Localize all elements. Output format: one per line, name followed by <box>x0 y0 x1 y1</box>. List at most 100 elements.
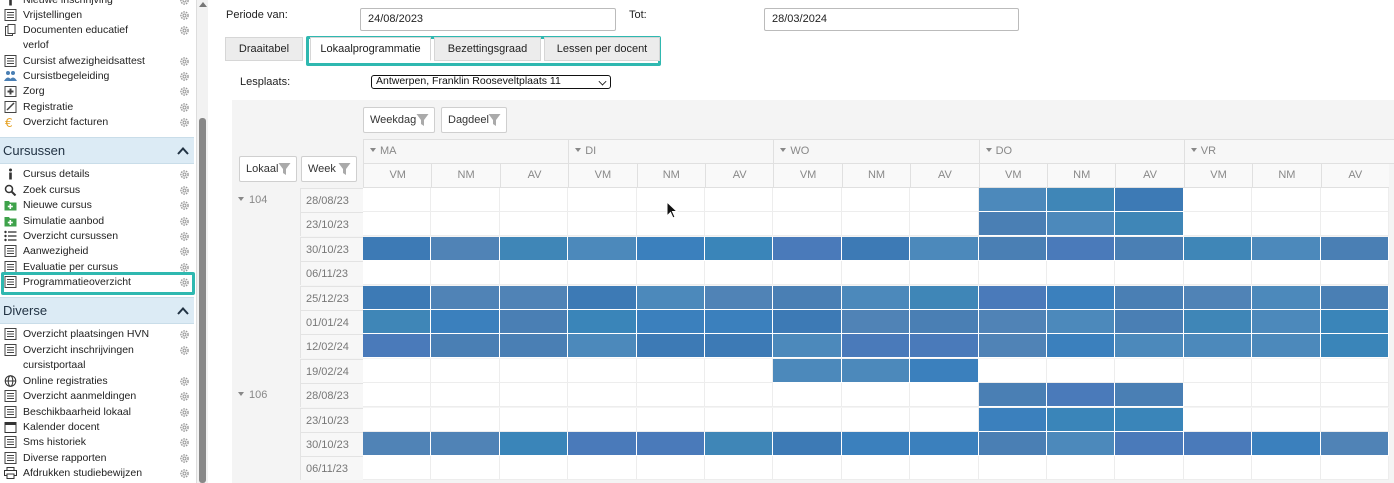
tab-draaitabel[interactable]: Draaitabel <box>225 37 303 61</box>
empty-cell[interactable] <box>363 456 432 481</box>
empty-cell[interactable] <box>363 358 432 383</box>
occupied-cell[interactable] <box>978 236 1047 261</box>
empty-cell[interactable] <box>363 188 432 212</box>
gear-icon[interactable] <box>179 468 190 479</box>
occupied-cell[interactable] <box>1183 310 1253 334</box>
sidebar-item[interactable]: Zorg <box>0 84 194 99</box>
occupied-cell[interactable] <box>499 285 569 310</box>
empty-cell[interactable] <box>841 383 911 408</box>
gear-icon[interactable] <box>179 329 190 340</box>
empty-cell[interactable] <box>363 407 432 432</box>
empty-cell[interactable] <box>841 212 911 237</box>
occupied-cell[interactable] <box>636 432 705 456</box>
sidebar-item[interactable]: Documenten educatief verlof <box>0 23 194 51</box>
empty-cell[interactable] <box>1183 407 1253 432</box>
occupied-cell[interactable] <box>499 432 569 456</box>
occupied-cell[interactable] <box>1320 236 1389 261</box>
sidebar-item[interactable]: Sms historiek <box>0 435 194 450</box>
empty-cell[interactable] <box>773 188 842 212</box>
occupied-cell[interactable] <box>363 310 432 334</box>
empty-cell[interactable] <box>1320 212 1389 237</box>
empty-cell[interactable] <box>841 456 911 481</box>
empty-cell[interactable] <box>910 212 979 237</box>
day-header-ma[interactable]: MA <box>363 140 568 163</box>
empty-cell[interactable] <box>1320 358 1389 383</box>
occupied-cell[interactable] <box>568 285 637 310</box>
empty-cell[interactable] <box>636 358 705 383</box>
empty-cell[interactable] <box>1183 261 1253 286</box>
occupied-cell[interactable] <box>1320 310 1389 334</box>
pivot-row-field-chip[interactable]: Lokaal <box>239 156 297 182</box>
empty-cell[interactable] <box>705 383 774 408</box>
empty-cell[interactable] <box>431 456 500 481</box>
empty-cell[interactable] <box>773 383 842 408</box>
sidebar-scrollbar[interactable] <box>196 0 208 483</box>
lesplaats-select[interactable]: Antwerpen, Franklin Rooseveltplaats 11 <box>371 75 611 89</box>
filter-icon[interactable] <box>278 162 291 176</box>
sidebar-item[interactable]: Overzicht inschrijvingen cursistportaal <box>0 343 194 371</box>
empty-cell[interactable] <box>841 261 911 286</box>
occupied-cell[interactable] <box>978 407 1047 432</box>
occupied-cell[interactable] <box>499 310 569 334</box>
empty-cell[interactable] <box>431 383 500 408</box>
empty-cell[interactable] <box>1320 188 1389 212</box>
chevron-up-icon[interactable] <box>177 306 189 315</box>
gear-icon[interactable] <box>179 216 190 227</box>
empty-cell[interactable] <box>499 358 569 383</box>
occupied-cell[interactable] <box>910 334 979 359</box>
occupied-cell[interactable] <box>568 310 637 334</box>
occupied-cell[interactable] <box>1320 334 1389 359</box>
empty-cell[interactable] <box>705 358 774 383</box>
occupied-cell[interactable] <box>978 432 1047 456</box>
periode-van-input[interactable]: 24/08/2023 <box>360 8 616 31</box>
gear-icon[interactable] <box>179 391 190 402</box>
empty-cell[interactable] <box>1320 261 1389 286</box>
occupied-cell[interactable] <box>499 236 569 261</box>
empty-cell[interactable] <box>1047 261 1116 286</box>
sidebar-item[interactable]: Kalender docent <box>0 420 194 435</box>
gear-icon[interactable] <box>179 117 190 128</box>
empty-cell[interactable] <box>705 212 774 237</box>
collapse-triangle-icon[interactable] <box>238 392 244 397</box>
occupied-cell[interactable] <box>841 310 911 334</box>
sidebar-item[interactable]: Diverse rapporten <box>0 451 194 466</box>
sidebar-item[interactable]: Online registraties <box>0 374 194 389</box>
gear-icon[interactable] <box>179 437 190 448</box>
occupied-cell[interactable] <box>499 334 569 359</box>
occupied-cell[interactable] <box>841 334 911 359</box>
empty-cell[interactable] <box>499 188 569 212</box>
occupied-cell[interactable] <box>431 285 500 310</box>
occupied-cell[interactable] <box>1252 285 1321 310</box>
occupied-cell[interactable] <box>773 310 842 334</box>
empty-cell[interactable] <box>363 261 432 286</box>
occupied-cell[interactable] <box>910 236 979 261</box>
tab-lessen-per-docent[interactable]: Lessen per docent <box>544 37 660 61</box>
occupied-cell[interactable] <box>1047 310 1116 334</box>
occupied-cell[interactable] <box>1115 432 1184 456</box>
day-header-do[interactable]: DO <box>978 140 1184 163</box>
empty-cell[interactable] <box>1047 456 1116 481</box>
occupied-cell[interactable] <box>431 432 500 456</box>
empty-cell[interactable] <box>568 212 637 237</box>
filter-icon[interactable] <box>488 113 501 127</box>
empty-cell[interactable] <box>773 261 842 286</box>
gear-icon[interactable] <box>179 71 190 82</box>
sidebar-item[interactable]: € Overzicht facturen <box>0 115 194 130</box>
empty-cell[interactable] <box>1320 383 1389 408</box>
sidebar-item[interactable]: Cursist afwezigheidsattest <box>0 54 194 69</box>
occupied-cell[interactable] <box>636 285 705 310</box>
gear-icon[interactable] <box>179 422 190 433</box>
empty-cell[interactable] <box>636 407 705 432</box>
empty-cell[interactable] <box>1115 261 1184 286</box>
occupied-cell[interactable] <box>568 236 637 261</box>
occupied-cell[interactable] <box>1115 383 1184 408</box>
collapse-triangle-icon[interactable] <box>985 148 992 152</box>
occupied-cell[interactable] <box>1252 236 1321 261</box>
sidebar-item[interactable]: Nieuwe inschrijving <box>0 0 194 8</box>
occupied-cell[interactable] <box>1047 188 1116 212</box>
occupied-cell[interactable] <box>1047 334 1116 359</box>
empty-cell[interactable] <box>773 212 842 237</box>
occupied-cell[interactable] <box>1183 285 1253 310</box>
empty-cell[interactable] <box>1047 358 1116 383</box>
empty-cell[interactable] <box>978 261 1047 286</box>
